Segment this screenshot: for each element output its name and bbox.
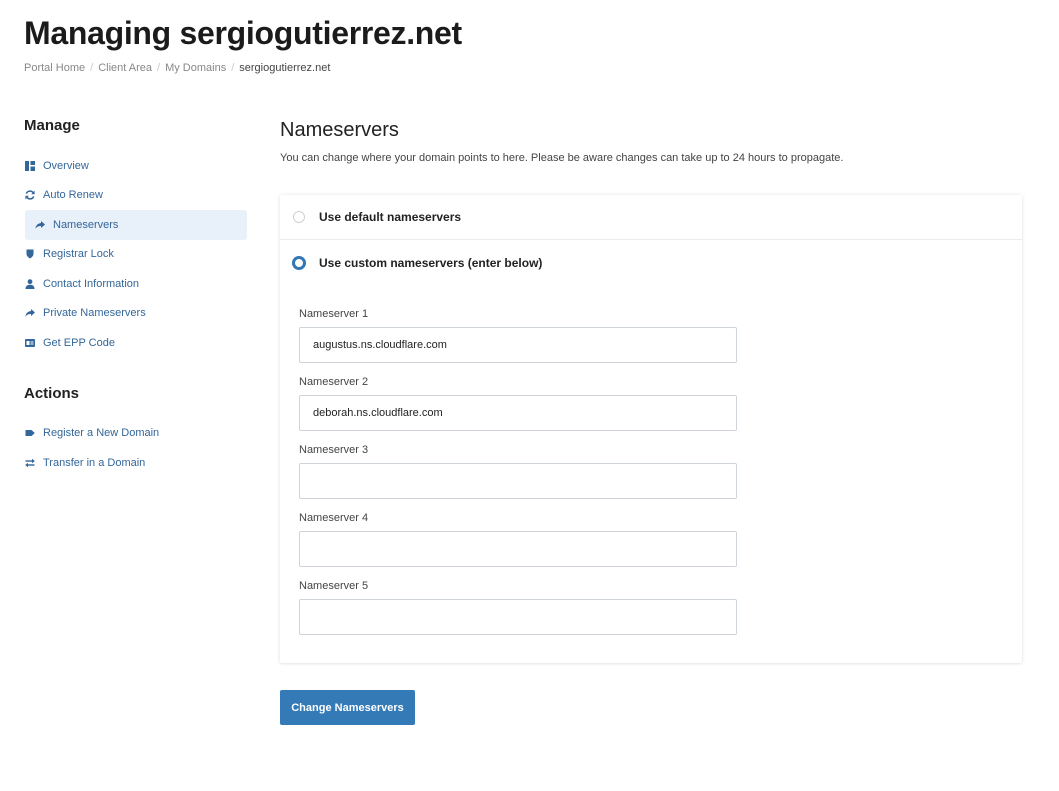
change-nameservers-button[interactable]: Change Nameservers (280, 690, 415, 725)
sidebar-item-label: Get EPP Code (43, 336, 115, 349)
page-title: Managing sergiogutierrez.net (24, 15, 462, 51)
sidebar-item-contact-information[interactable]: Contact Information (24, 269, 247, 299)
sidebar-item-label: Overview (43, 159, 89, 172)
nameserver-2-input[interactable] (299, 395, 737, 431)
nameserver-2-group: Nameserver 2 (299, 375, 737, 431)
nameserver-5-label: Nameserver 5 (299, 580, 369, 592)
breadcrumb-current: sergiogutierrez.net (239, 62, 331, 74)
breadcrumb-separator: / (231, 62, 235, 74)
nameserver-1-label: Nameserver 1 (299, 308, 369, 320)
default-nameservers-radio[interactable] (293, 211, 305, 223)
sidebar-item-label: Transfer in a Domain (43, 456, 146, 469)
tag-icon (25, 428, 35, 438)
breadcrumb: Portal Home / Client Area / My Domains /… (24, 62, 330, 74)
nameserver-1-input[interactable] (299, 327, 737, 363)
exchange-icon (25, 458, 35, 468)
sidebar-item-register-domain[interactable]: Register a New Domain (24, 419, 247, 449)
sidebar-item-private-nameservers[interactable]: Private Nameservers (24, 299, 247, 329)
manage-section: Manage Overview Auto Renew Nameservers R… (24, 116, 247, 358)
sidebar-item-label: Private Nameservers (43, 307, 146, 320)
nameserver-4-group: Nameserver 4 (299, 511, 737, 567)
dashboard-icon (25, 160, 35, 171)
nameserver-1-group: Nameserver 1 (299, 307, 737, 363)
sidebar-item-auto-renew[interactable]: Auto Renew (24, 181, 247, 211)
section-description: You can change where your domain points … (280, 152, 844, 164)
nameserver-2-label: Nameserver 2 (299, 376, 369, 388)
sidebar-item-overview[interactable]: Overview (24, 151, 247, 181)
custom-nameservers-option[interactable]: Use custom nameservers (enter below) (280, 240, 1022, 285)
sidebar-item-nameservers[interactable]: Nameservers (25, 210, 247, 240)
nameserver-5-input[interactable] (299, 599, 737, 635)
breadcrumb-my-domains[interactable]: My Domains (165, 62, 226, 74)
default-nameservers-label: Use default nameservers (319, 210, 462, 224)
breadcrumb-portal-home[interactable]: Portal Home (24, 62, 85, 74)
custom-nameservers-radio[interactable] (292, 255, 306, 270)
custom-nameservers-label: Use custom nameservers (enter below) (319, 255, 543, 270)
shield-icon (25, 249, 35, 259)
sidebar-item-label: Registrar Lock (43, 248, 114, 261)
nameservers-card: Use default nameservers Use custom names… (280, 195, 1022, 663)
actions-heading: Actions (24, 384, 80, 402)
nameserver-3-label: Nameserver 3 (299, 444, 369, 456)
sidebar-item-label: Auto Renew (43, 189, 103, 202)
user-icon (25, 279, 35, 289)
sidebar-item-get-epp-code[interactable]: Get EPP Code (24, 328, 247, 358)
id-card-icon (25, 338, 35, 348)
nameserver-4-label: Nameserver 4 (299, 512, 369, 524)
sidebar-item-label: Register a New Domain (43, 427, 160, 440)
sidebar: Manage Overview Auto Renew Nameservers R… (24, 116, 247, 478)
nameserver-5-group: Nameserver 5 (299, 579, 737, 635)
actions-section: Actions Register a New Domain Transfer i… (24, 384, 247, 478)
breadcrumb-client-area[interactable]: Client Area (98, 62, 152, 74)
sidebar-item-label: Nameservers (53, 218, 119, 231)
sidebar-item-label: Contact Information (43, 277, 139, 290)
breadcrumb-separator: / (90, 62, 94, 74)
nameserver-3-input[interactable] (299, 463, 737, 499)
sidebar-item-registrar-lock[interactable]: Registrar Lock (24, 240, 247, 270)
share-arrow-icon (35, 220, 45, 230)
main-content: Nameservers You can change where your do… (280, 116, 1022, 725)
nameserver-4-input[interactable] (299, 531, 737, 567)
sync-icon (25, 190, 35, 200)
breadcrumb-separator: / (157, 62, 161, 74)
section-heading: Nameservers (280, 119, 399, 141)
sidebar-item-transfer-domain[interactable]: Transfer in a Domain (24, 448, 247, 478)
manage-heading: Manage (24, 117, 80, 134)
share-arrow-icon (25, 308, 35, 318)
default-nameservers-option[interactable]: Use default nameservers (280, 195, 1022, 240)
nameserver-3-group: Nameserver 3 (299, 443, 737, 499)
